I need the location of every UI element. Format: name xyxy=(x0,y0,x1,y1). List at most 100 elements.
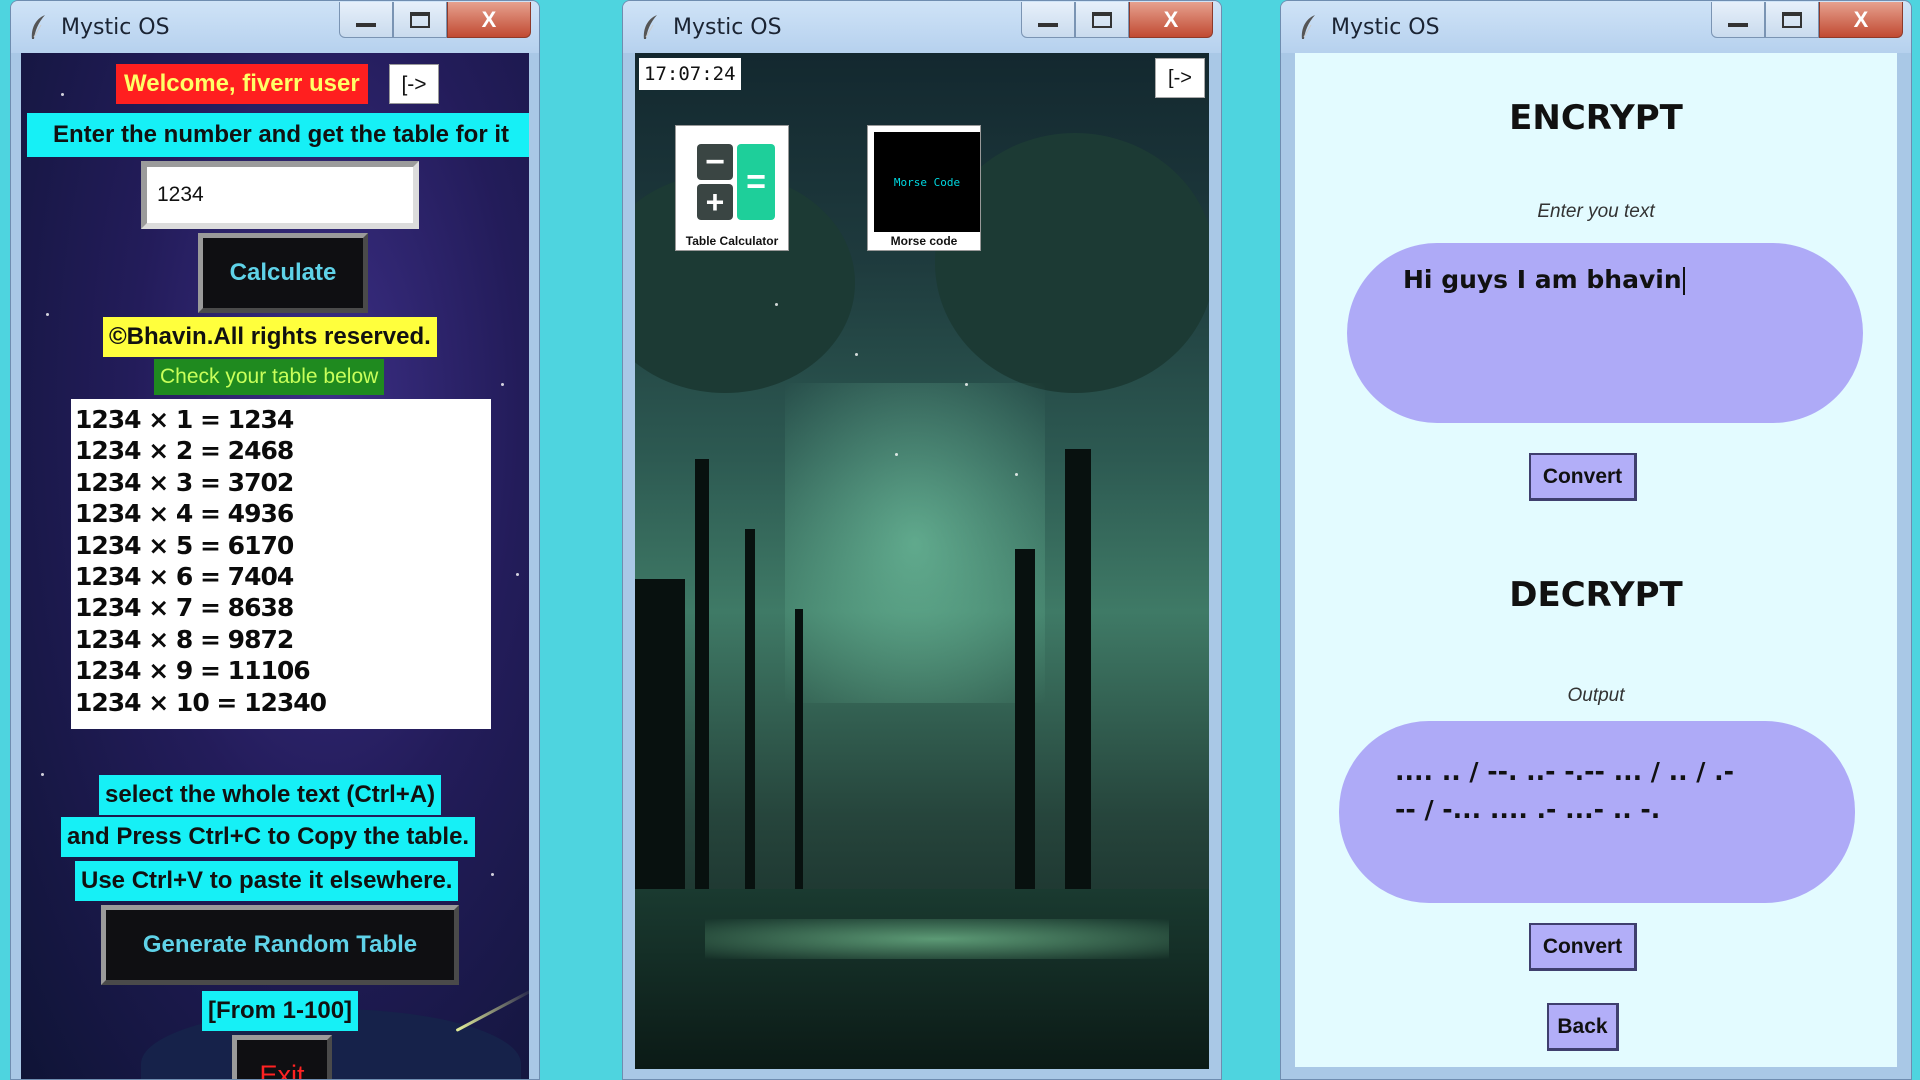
copyright-label: ©Bhavin.All rights reserved. xyxy=(103,317,437,357)
feather-icon xyxy=(31,15,45,39)
morse-panel: ENCRYPT Enter you text Hi guys I am bhav… xyxy=(1295,53,1897,1067)
hint-line: select the whole text (Ctrl+A) xyxy=(99,775,442,815)
star xyxy=(895,453,898,456)
window-title: Mystic OS xyxy=(673,14,782,40)
decrypt-convert-button[interactable]: Convert xyxy=(1529,923,1637,971)
table-row: 1234 × 7 = 8638 xyxy=(75,593,294,623)
back-button[interactable]: Back xyxy=(1547,1003,1619,1051)
morse-code-icon: Morse Code xyxy=(874,132,980,232)
maximize-icon xyxy=(410,11,430,28)
minimize-button[interactable] xyxy=(339,2,393,38)
water-glow xyxy=(705,919,1169,959)
text-cursor xyxy=(1682,267,1685,295)
tower xyxy=(695,459,709,909)
app-label: Morse code xyxy=(890,234,958,248)
morse-code-window: Mystic OS X ENCRYPT Enter you text Hi gu… xyxy=(1280,0,1912,1080)
table-row: 1234 × 8 = 9872 xyxy=(75,624,294,654)
star xyxy=(46,313,49,316)
encrypt-input[interactable]: Hi guys I am bhavin xyxy=(1347,243,1863,423)
tower xyxy=(1015,549,1035,909)
close-icon: X xyxy=(481,6,497,32)
encrypt-input-text: Hi guys I am bhavin xyxy=(1403,265,1682,294)
welcome-label: Welcome, fiverr user xyxy=(116,64,368,104)
check-label: Check your table below xyxy=(154,359,385,395)
table-row: 1234 × 10 = 12340 xyxy=(75,687,327,717)
star xyxy=(775,303,778,306)
close-icon: X xyxy=(1163,6,1179,32)
clock: 17:07:24 xyxy=(639,58,741,90)
title-bar[interactable]: Mystic OS X xyxy=(11,1,539,53)
star xyxy=(491,873,494,876)
calculator-icon: − + = xyxy=(682,132,782,228)
star xyxy=(61,93,64,96)
star xyxy=(1015,473,1018,476)
generate-random-table-button[interactable]: Generate Random Table xyxy=(101,905,459,985)
close-button[interactable]: X xyxy=(447,2,531,38)
meteor xyxy=(455,987,529,1032)
star xyxy=(965,383,968,386)
tower xyxy=(795,609,803,909)
logout-button[interactable]: [-> xyxy=(389,64,439,104)
window-title: Mystic OS xyxy=(1331,14,1440,40)
hint-line: Use Ctrl+V to paste it elsewhere. xyxy=(75,861,459,901)
minimize-button[interactable] xyxy=(1711,2,1765,38)
table-row: 1234 × 5 = 6170 xyxy=(75,530,294,560)
maximize-icon xyxy=(1782,11,1802,28)
table-row: 1234 × 3 = 3702 xyxy=(75,467,294,497)
minimize-button[interactable] xyxy=(1021,2,1075,38)
minus-key: − xyxy=(697,144,733,180)
decrypt-output[interactable]: .... .. / --. ..- -.-- ... / .. / .- -- … xyxy=(1339,721,1855,903)
sky-glow xyxy=(785,383,1045,703)
prompt-label: Enter the number and get the table for i… xyxy=(27,113,529,157)
encrypt-convert-button[interactable]: Convert xyxy=(1529,453,1637,501)
app-label: Table Calculator xyxy=(685,234,779,248)
water xyxy=(635,889,1209,1069)
maximize-button[interactable] xyxy=(393,2,447,38)
output-line: .... .. / --. ..- -.-- ... / .. / .- xyxy=(1395,757,1735,786)
output-caption: Output xyxy=(1567,685,1625,706)
desktop-window: Mystic OS X 17:07:24 [-> − + = Table Cal… xyxy=(622,0,1222,1080)
tower xyxy=(745,529,755,909)
maximize-button[interactable] xyxy=(1075,2,1129,38)
title-bar[interactable]: Mystic OS X xyxy=(623,1,1221,53)
table-output[interactable]: 1234 × 1 = 1234 1234 × 2 = 2468 1234 × 3… xyxy=(71,399,491,729)
output-line: -- / -... .... .- ...- .. -. xyxy=(1395,795,1661,824)
calculator-panel: Welcome, fiverr user [-> Enter the numbe… xyxy=(21,53,529,1079)
table-row: 1234 × 4 = 4936 xyxy=(75,499,294,529)
close-button[interactable]: X xyxy=(1129,2,1213,38)
encrypt-heading: ENCRYPT xyxy=(1509,98,1683,138)
minimize-icon xyxy=(1038,23,1058,27)
maximize-button[interactable] xyxy=(1765,2,1819,38)
morse-code-icon-text: Morse Code xyxy=(874,132,980,232)
plus-key: + xyxy=(697,184,733,220)
table-row: 1234 × 6 = 7404 xyxy=(75,562,294,592)
title-bar[interactable]: Mystic OS X xyxy=(1281,1,1911,53)
app-morse-code[interactable]: Morse Code Morse code xyxy=(867,125,981,251)
calculate-button[interactable]: Calculate xyxy=(198,233,368,313)
table-row: 1234 × 9 = 11106 xyxy=(75,656,311,686)
equals-key: = xyxy=(737,144,775,220)
desktop-area: 17:07:24 [-> − + = Table Calculator Mors… xyxy=(635,53,1209,1069)
hint-line: and Press Ctrl+C to Copy the table. xyxy=(61,817,476,857)
range-label: [From 1-100] xyxy=(202,991,359,1031)
window-title: Mystic OS xyxy=(61,14,170,40)
maximize-icon xyxy=(1092,11,1112,28)
minimize-icon xyxy=(356,23,376,27)
logout-button[interactable]: [-> xyxy=(1155,58,1205,98)
star xyxy=(41,773,44,776)
star xyxy=(516,573,519,576)
star xyxy=(855,353,858,356)
tower xyxy=(635,579,685,909)
app-table-calculator[interactable]: − + = Table Calculator xyxy=(675,125,789,251)
number-input[interactable] xyxy=(141,161,419,229)
minimize-icon xyxy=(1728,23,1748,27)
star xyxy=(501,383,504,386)
decrypt-heading: DECRYPT xyxy=(1509,575,1683,615)
close-icon: X xyxy=(1853,6,1869,32)
feather-icon xyxy=(643,15,657,39)
exit-button[interactable]: Exit xyxy=(232,1035,332,1079)
close-button[interactable]: X xyxy=(1819,2,1903,38)
encrypt-caption: Enter you text xyxy=(1537,201,1655,222)
table-calculator-window: Mystic OS X Welcome, fiverr user [-> Ent… xyxy=(10,0,540,1080)
table-row: 1234 × 2 = 2468 xyxy=(75,436,294,466)
